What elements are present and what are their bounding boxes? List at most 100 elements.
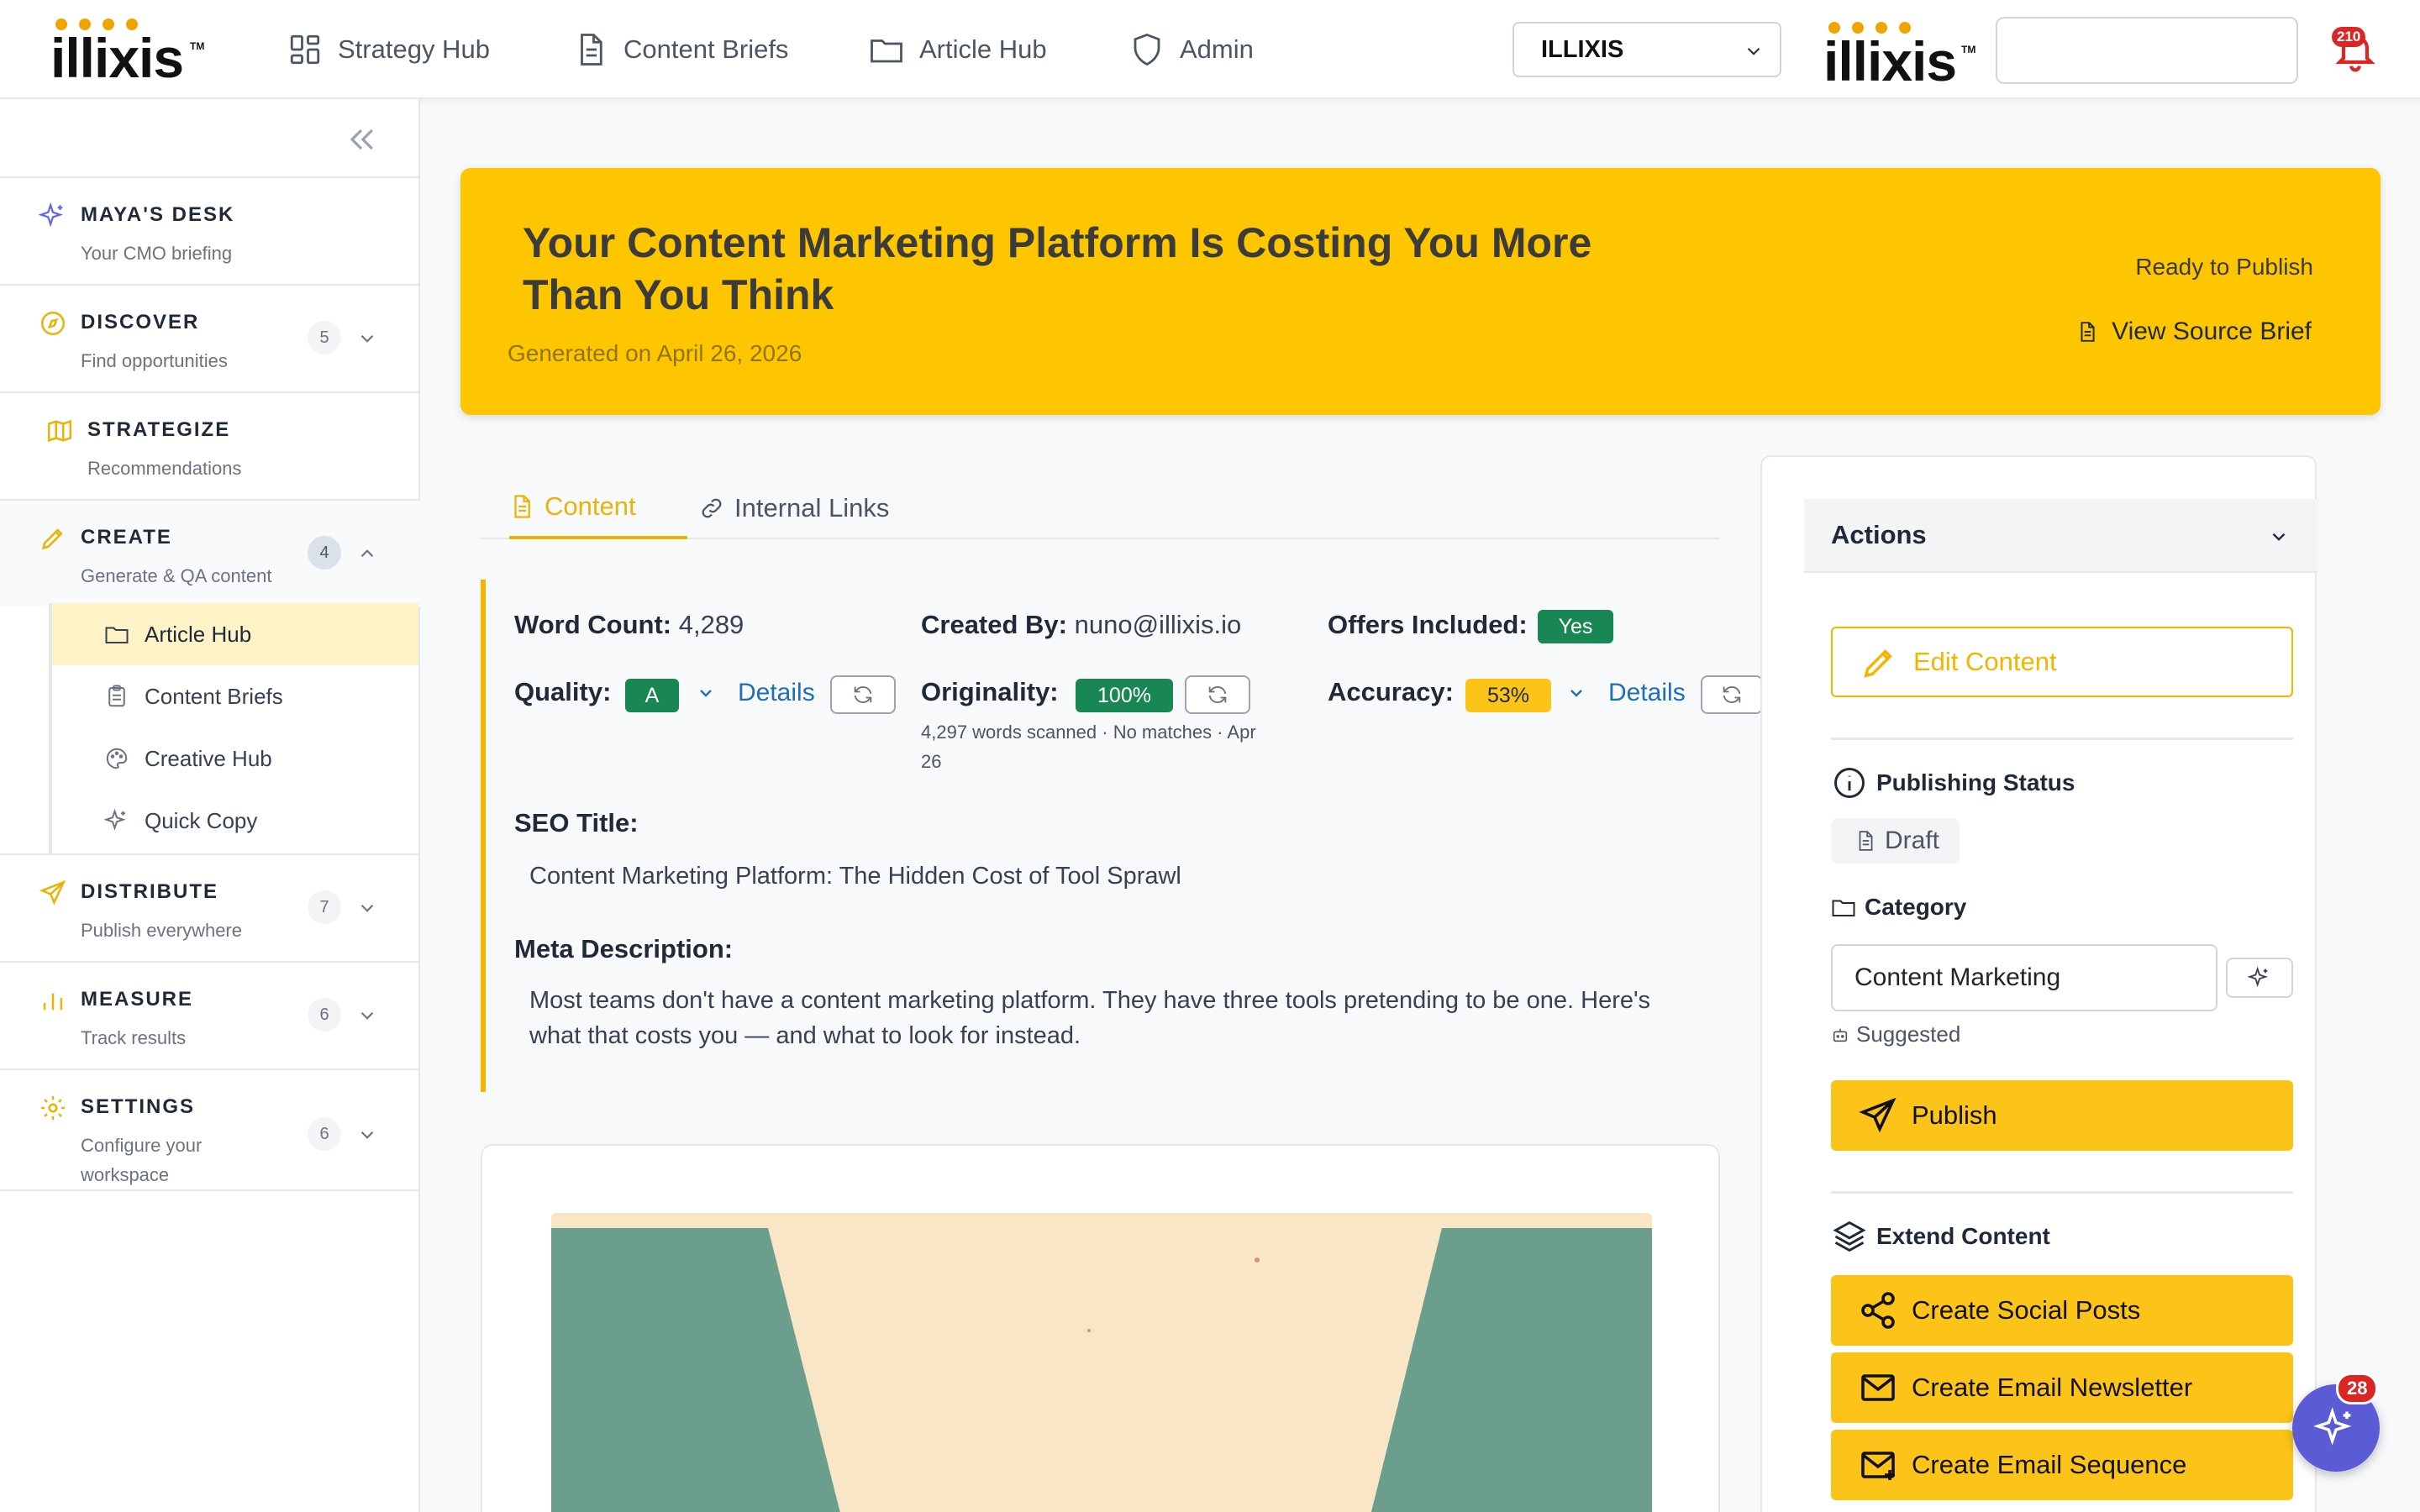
edit-content-button[interactable]: Edit Content: [1831, 627, 2293, 697]
chevron-down-icon[interactable]: [356, 328, 378, 349]
offers-included-label: Offers Included:: [1328, 610, 1528, 639]
accuracy-details-link[interactable]: Details: [1566, 679, 1686, 707]
originality-refresh-button[interactable]: [1185, 675, 1250, 714]
nav-article-hub[interactable]: Article Hub: [869, 30, 1047, 69]
word-count: Word Count: 4,289: [514, 610, 744, 639]
sidebar-section-measure[interactable]: MEASURE Track results 6: [0, 961, 420, 1068]
nav-label: Strategy Hub: [338, 34, 490, 64]
originality-note: 4,297 words scanned · No matches · Apr 26: [921, 722, 1256, 772]
send-icon: [1859, 1097, 1897, 1133]
organization-select[interactable]: ILLIXIS: [1512, 22, 1781, 77]
section-subtitle: Publish everywhere: [81, 920, 242, 941]
tab-label: Internal Links: [734, 493, 890, 522]
sparkle-icon: [2248, 966, 2268, 988]
view-source-brief-link[interactable]: View Source Brief: [2076, 318, 2312, 346]
quality-label: Quality:: [514, 677, 612, 706]
accuracy-badge: 53%: [1465, 679, 1551, 712]
create-email-newsletter-button[interactable]: Create Email Newsletter: [1831, 1352, 2293, 1423]
accuracy-label: Accuracy:: [1328, 677, 1454, 706]
pencil-icon: [1864, 649, 1892, 678]
assistant-badge: 28: [2336, 1373, 2379, 1404]
chevron-down-icon[interactable]: [356, 1124, 378, 1146]
originality-label: Originality:: [921, 677, 1059, 706]
sidebar-item-quick-copy[interactable]: Quick Copy: [52, 790, 418, 852]
offers-included-badge: Yes: [1538, 610, 1613, 643]
shield-icon: [1134, 34, 1160, 66]
sidebar-item-label: Quick Copy: [145, 807, 258, 833]
content-tabs: Content Internal Links: [481, 462, 1720, 539]
status-badge: Draft: [1831, 818, 1960, 864]
mail-icon: [1861, 1374, 1895, 1401]
meta-description-value: Most teams don't have a content marketin…: [529, 987, 1651, 1049]
section-subtitle: Configure your workspace: [81, 1135, 203, 1185]
nav-admin[interactable]: Admin: [1129, 30, 1254, 69]
created-by: Created By: nuno@illixis.io: [921, 610, 1242, 639]
section-title: SETTINGS: [81, 1095, 196, 1118]
category-field[interactable]: Content Marketing: [1831, 944, 2217, 1011]
extend-content-label: Extend Content: [1831, 1218, 2050, 1255]
sidebar-section-settings[interactable]: SETTINGS Configure your workspace 6: [0, 1068, 420, 1191]
refresh-icon: [1723, 686, 1741, 703]
suggested-tag: Suggested: [1831, 1021, 1960, 1047]
create-email-sequence-button[interactable]: Create Email Sequence: [1831, 1430, 2293, 1500]
document-icon: [581, 34, 602, 66]
view-source-brief-label: View Source Brief: [2112, 318, 2312, 345]
quality-details-link[interactable]: Details: [696, 679, 815, 707]
seo-title-label: SEO Title:: [514, 808, 639, 837]
nav-content-briefs[interactable]: Content Briefs: [573, 30, 788, 69]
chevron-down-icon: [1570, 690, 1582, 697]
notifications-button[interactable]: 210: [2332, 27, 2382, 74]
article-title: Your Content Marketing Platform Is Costi…: [523, 219, 1592, 318]
sidebar-section-create[interactable]: CREATE Generate & QA content 4: [0, 499, 420, 606]
document-icon: [1859, 831, 1873, 851]
info-icon: [1834, 768, 1865, 798]
section-subtitle: Generate & QA content: [81, 565, 272, 586]
suggest-category-button[interactable]: [2226, 958, 2293, 998]
section-subtitle: Your CMO briefing: [81, 243, 233, 264]
tab-internal-links[interactable]: Internal Links: [687, 477, 889, 539]
generated-date: Generated on April 26, 2026: [508, 340, 802, 366]
bar-chart-icon: [43, 993, 63, 1011]
sidebar-item-creative-hub[interactable]: Creative Hub: [52, 727, 418, 790]
brand-logo[interactable]: illixis TM: [50, 18, 204, 86]
ai-assistant-button[interactable]: 28: [2292, 1373, 2380, 1472]
section-title: CREATE: [81, 526, 172, 549]
grid-icon: [290, 34, 320, 65]
publishing-status-label: Publishing Status: [1831, 764, 2075, 801]
actions-header[interactable]: Actions: [1804, 499, 2318, 573]
section-subtitle: Recommendations: [87, 458, 242, 479]
tab-content[interactable]: Content: [509, 477, 687, 539]
chevron-down-icon[interactable]: [356, 1005, 378, 1026]
article-hero-banner: Your Content Marketing Platform Is Costi…: [460, 168, 2381, 415]
nav-strategy-hub[interactable]: Strategy Hub: [287, 30, 490, 69]
sidebar-section-distribute[interactable]: DISTRIBUTE Publish everywhere 7: [0, 853, 420, 961]
quality-refresh-button[interactable]: [830, 675, 896, 714]
actions-panel: Actions Edit Content Publishing Status D…: [1760, 455, 2318, 1512]
section-title: MAYA'S DESK: [81, 203, 235, 226]
category-label: Category: [1831, 894, 1966, 921]
chevron-down-icon[interactable]: [356, 897, 378, 919]
sidebar-section-strategize[interactable]: STRATEGIZE Recommendations: [0, 391, 420, 499]
featured-image[interactable]: [551, 1213, 1652, 1512]
search-input[interactable]: [1996, 17, 2298, 84]
sidebar-item-label: Creative Hub: [145, 745, 272, 771]
publish-button[interactable]: Publish: [1831, 1080, 2293, 1151]
section-title: STRATEGIZE: [87, 418, 231, 441]
notifications-badge: 210: [2332, 27, 2366, 47]
mail-plus-icon: [1861, 1452, 1895, 1480]
collapse-sidebar-icon[interactable]: [343, 121, 380, 158]
nav-label: Content Briefs: [623, 34, 789, 64]
sidebar-section-discover[interactable]: DISCOVER Find opportunities 5: [0, 284, 420, 391]
sidebar-item-article-hub[interactable]: Article Hub: [52, 603, 418, 665]
sparkle-icon: [2314, 1407, 2352, 1446]
quality-badge: A: [625, 679, 679, 712]
chevron-down-icon: [2272, 533, 2286, 541]
refresh-icon: [854, 686, 872, 703]
section-count-badge: 7: [308, 890, 341, 924]
sidebar-section-mayas-desk[interactable]: MAYA'S DESK Your CMO briefing: [0, 176, 420, 284]
seo-title-value: Content Marketing Platform: The Hidden C…: [529, 863, 1181, 890]
sidebar-item-content-briefs[interactable]: Content Briefs: [52, 665, 418, 727]
create-social-posts-button[interactable]: Create Social Posts: [1831, 1275, 2293, 1346]
accuracy-refresh-button[interactable]: [1701, 675, 1763, 714]
chevron-up-icon[interactable]: [356, 543, 378, 564]
